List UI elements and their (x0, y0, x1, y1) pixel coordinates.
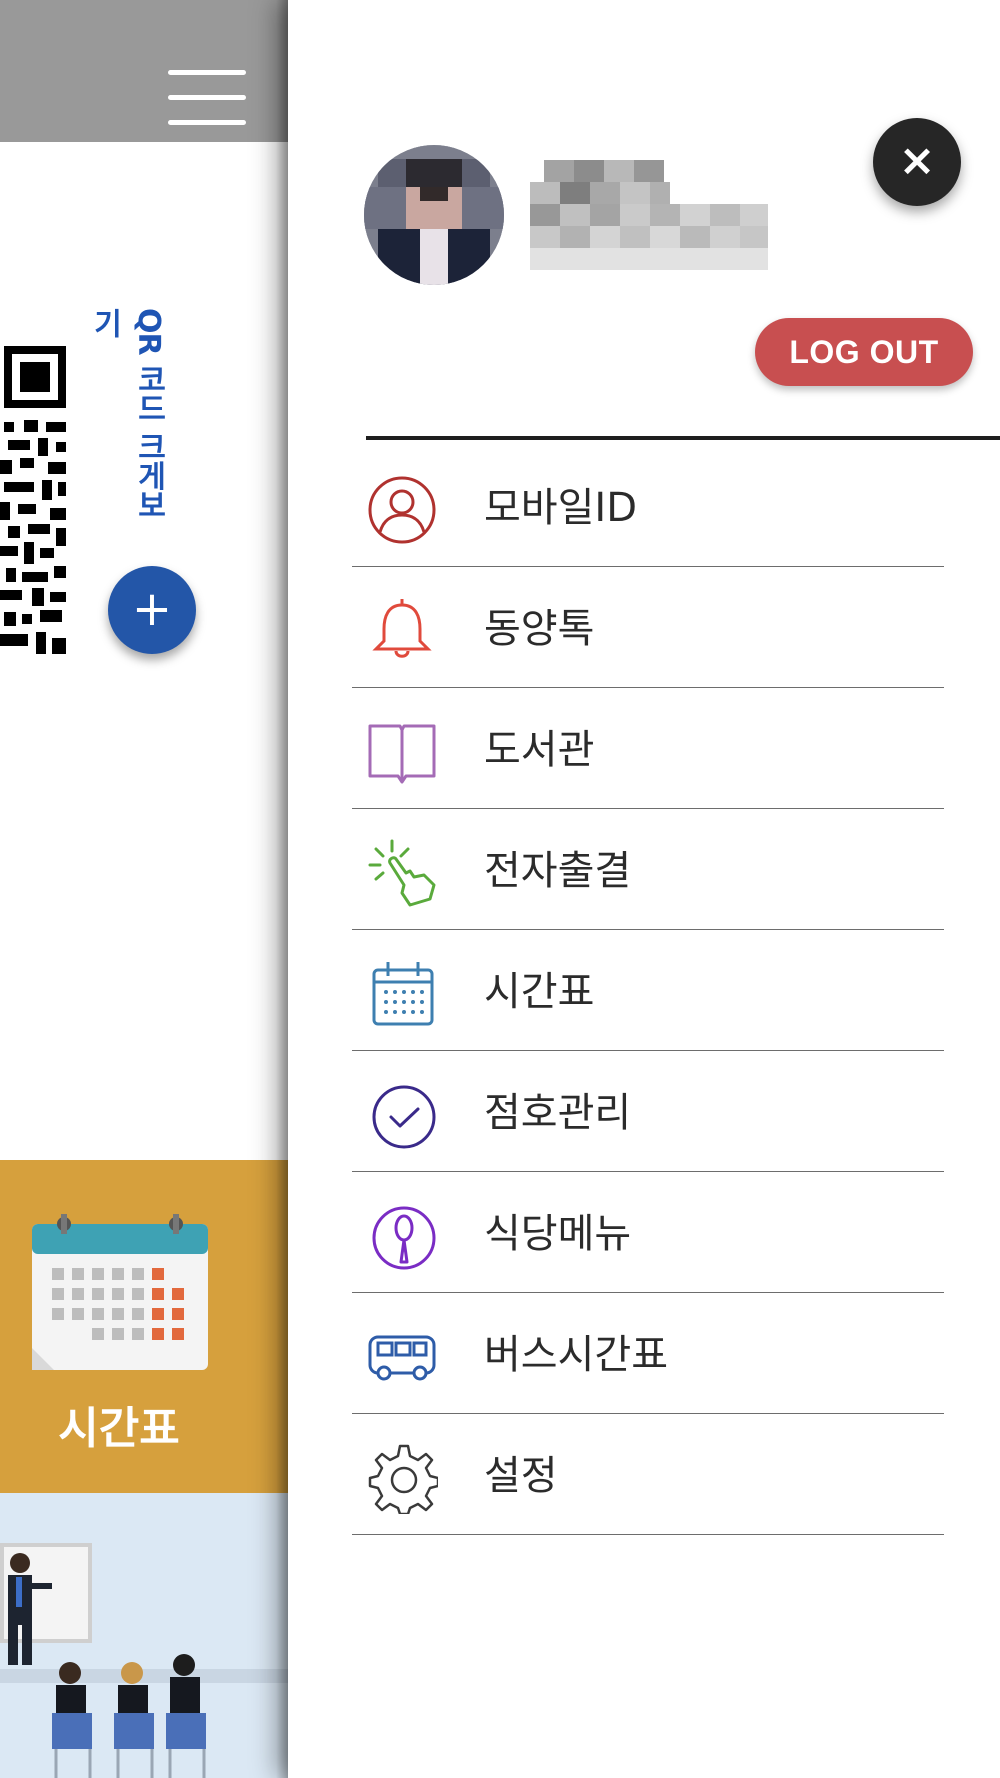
close-button[interactable]: × (873, 118, 961, 206)
bell-icon (372, 599, 432, 658)
menu-item-label: 동양톡 (484, 606, 595, 652)
user-info-blurred (530, 160, 768, 270)
menu-item-cafeteria-menu[interactable]: 식당메뉴 (352, 1172, 944, 1293)
check-circle-icon (372, 1085, 436, 1149)
qr-enlarge-button[interactable]: + (108, 566, 196, 654)
menu-item-label: 시간표 (484, 969, 595, 1015)
drawer-menu: 모바일ID 동양톡 도서관 전자출결 시간표 점호관리 식당메뉴 버스시간표 설… (352, 446, 944, 1535)
logout-button[interactable]: LOG OUT (755, 318, 973, 386)
menu-item-label: 모바일ID (484, 485, 637, 531)
menu-item-bus-timetable[interactable]: 버스시간표 (352, 1293, 944, 1414)
qr-code[interactable] (0, 342, 80, 660)
menu-item-mobile-id[interactable]: 모바일ID (352, 446, 944, 567)
menu-item-label: 설정 (484, 1453, 558, 1499)
app-screen: QR 코드 크게보기 + 시간표 × LOG OUT 모바일ID 동양톡 도서관… (0, 0, 1000, 1778)
timetable-tile[interactable]: 시간표 (0, 1160, 288, 1493)
menu-item-label: 점호관리 (484, 1090, 632, 1136)
lecture-illustration[interactable] (0, 1493, 288, 1778)
user-circle-icon (368, 476, 436, 544)
book-icon (368, 724, 436, 784)
timetable-tile-label: 시간표 (58, 1403, 180, 1454)
menu-item-timetable[interactable]: 시간표 (352, 930, 944, 1051)
calendar-icon (372, 962, 434, 1026)
calendar-icon (32, 1214, 208, 1370)
background-app: QR 코드 크게보기 + 시간표 (0, 0, 288, 1778)
menu-item-label: 전자출결 (484, 848, 632, 894)
menu-item-label: 식당메뉴 (484, 1211, 632, 1257)
avatar[interactable] (364, 145, 504, 285)
gear-icon (368, 1444, 438, 1514)
menu-item-library[interactable]: 도서관 (352, 688, 944, 809)
menu-item-label: 도서관 (484, 727, 595, 773)
menu-item-dongyang-talk[interactable]: 동양톡 (352, 567, 944, 688)
menu-item-label: 버스시간표 (484, 1332, 668, 1378)
menu-item-roll-call[interactable]: 점호관리 (352, 1051, 944, 1172)
menu-item-e-attendance[interactable]: 전자출결 (352, 809, 944, 930)
top-bar (0, 0, 288, 142)
hamburger-menu-icon[interactable] (168, 70, 246, 130)
tap-hand-icon (368, 839, 436, 907)
spoon-icon (372, 1206, 436, 1270)
menu-item-settings[interactable]: 설정 (352, 1414, 944, 1535)
bus-icon (368, 1335, 436, 1381)
qr-enlarge-label[interactable]: QR 코드 크게보기 (87, 308, 170, 538)
header-divider (366, 436, 1000, 440)
